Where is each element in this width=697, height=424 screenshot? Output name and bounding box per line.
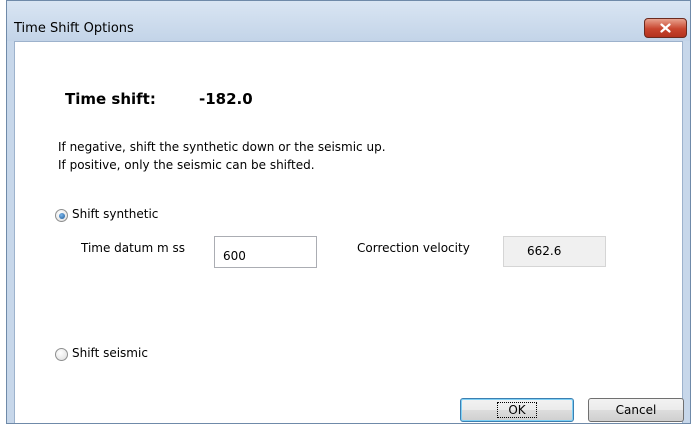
shift-synthetic-label[interactable]: Shift synthetic (72, 207, 158, 221)
title-bar[interactable]: Time Shift Options (7, 1, 690, 41)
correction-velocity-field: 662.6 (503, 236, 606, 267)
close-icon (660, 23, 671, 33)
time-shift-label: Time shift: (65, 90, 156, 108)
ok-button[interactable]: OK (460, 398, 574, 422)
time-shift-options-dialog: Time Shift Options Time shift: -182.0 If… (6, 0, 691, 424)
correction-velocity-label: Correction velocity (357, 241, 470, 255)
time-shift-value: -182.0 (199, 90, 253, 108)
time-datum-label: Time datum m ss (81, 241, 185, 255)
cancel-button-label: Cancel (615, 403, 657, 417)
negative-shift-note: If negative, shift the synthetic down or… (58, 140, 386, 154)
dialog-client-area: Time shift: -182.0 If negative, shift th… (14, 41, 684, 423)
close-button[interactable] (644, 18, 687, 38)
window-title: Time Shift Options (14, 21, 134, 36)
shift-seismic-label[interactable]: Shift seismic (72, 346, 148, 360)
time-datum-input[interactable] (214, 236, 317, 268)
ok-button-label: OK (497, 402, 537, 418)
shift-seismic-radio[interactable] (55, 348, 68, 361)
positive-shift-note: If positive, only the seismic can be shi… (58, 158, 315, 172)
cancel-button[interactable]: Cancel (588, 398, 684, 422)
shift-synthetic-radio[interactable] (55, 209, 68, 222)
